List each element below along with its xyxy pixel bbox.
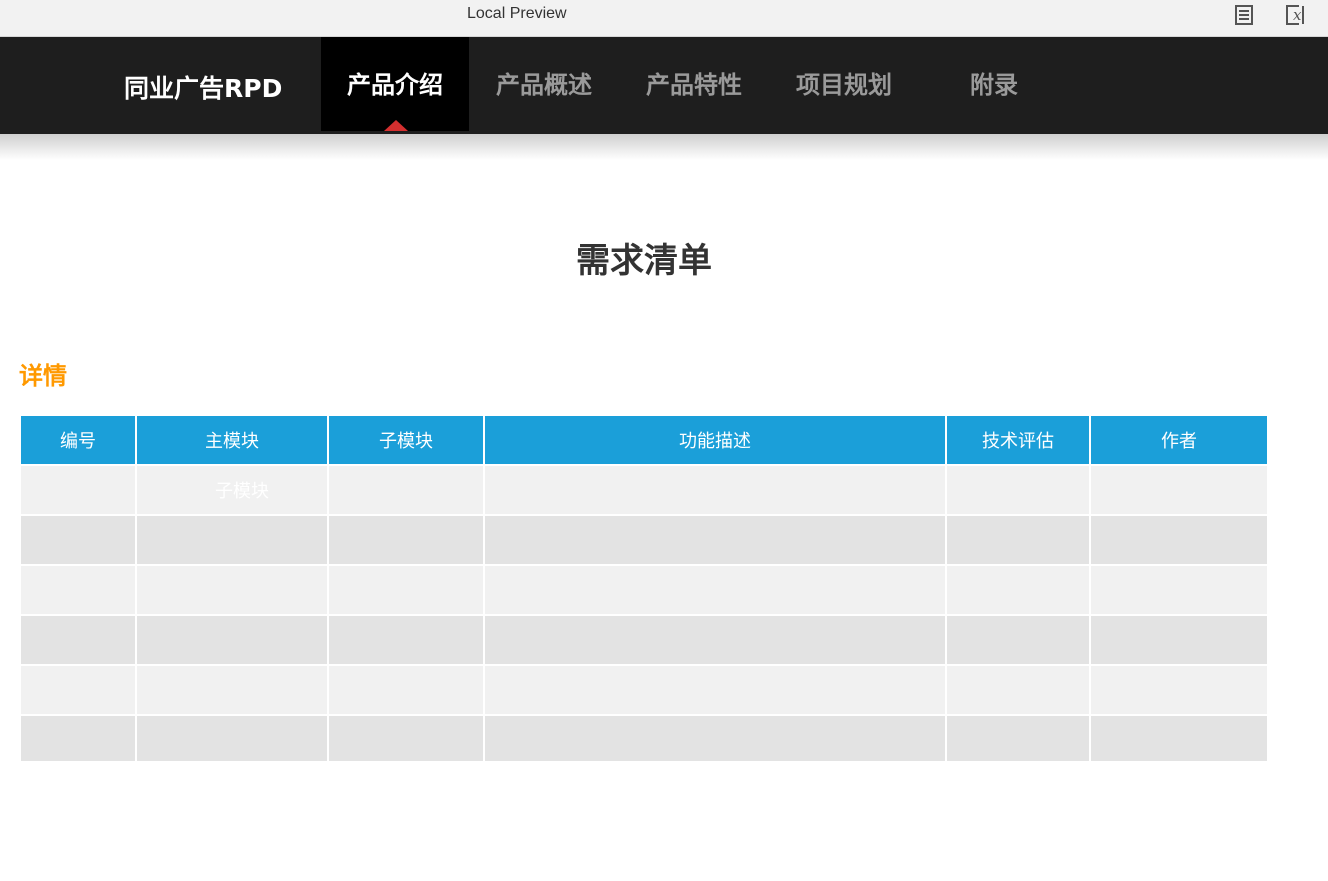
table-cell bbox=[137, 716, 329, 761]
table-cell bbox=[329, 666, 485, 716]
table-cell bbox=[21, 466, 137, 516]
table-cell: 子模块 bbox=[137, 466, 329, 516]
table-row: 子模块 bbox=[21, 466, 1267, 516]
tab-project-plan[interactable]: 项目规划 bbox=[769, 37, 919, 131]
table-cell bbox=[21, 616, 137, 666]
table-row bbox=[21, 716, 1267, 761]
tab-product-features[interactable]: 产品特性 bbox=[619, 37, 769, 131]
tab-product-overview[interactable]: 产品概述 bbox=[469, 37, 619, 131]
table-header-row: 编号 主模块 子模块 功能描述 技术评估 作者 bbox=[21, 416, 1267, 466]
table-cell bbox=[947, 716, 1091, 761]
table-cell bbox=[329, 616, 485, 666]
table-cell bbox=[947, 616, 1091, 666]
table-cell bbox=[137, 666, 329, 716]
column-header-description: 功能描述 bbox=[485, 416, 947, 466]
svg-text:x: x bbox=[1293, 6, 1302, 24]
table-cell bbox=[947, 466, 1091, 516]
table-cell bbox=[1091, 466, 1267, 516]
active-tab-indicator bbox=[384, 120, 408, 131]
document-icon[interactable] bbox=[1234, 4, 1254, 26]
table-cell bbox=[947, 516, 1091, 566]
table-cell bbox=[947, 566, 1091, 616]
table-cell bbox=[1091, 666, 1267, 716]
table-cell bbox=[1091, 716, 1267, 761]
table-cell bbox=[329, 466, 485, 516]
clear-variables-icon[interactable]: x bbox=[1285, 4, 1305, 26]
table-row bbox=[21, 566, 1267, 616]
table-row bbox=[21, 616, 1267, 666]
main-navbar: 同业广告RPD 产品介绍 产品概述 产品特性 项目规划 附录 bbox=[0, 37, 1328, 134]
table-row bbox=[21, 666, 1267, 716]
preview-toolbar: Local Preview x bbox=[0, 0, 1328, 37]
table-cell bbox=[329, 516, 485, 566]
table-cell bbox=[1091, 566, 1267, 616]
table-cell bbox=[1091, 616, 1267, 666]
column-header-tech-assessment: 技术评估 bbox=[947, 416, 1091, 466]
window-title: Local Preview bbox=[467, 5, 567, 22]
table-cell bbox=[485, 566, 947, 616]
table-cell bbox=[485, 616, 947, 666]
table-cell bbox=[137, 616, 329, 666]
navbar-shadow bbox=[0, 134, 1328, 160]
table-cell bbox=[21, 716, 137, 761]
column-header-id: 编号 bbox=[21, 416, 137, 466]
section-title: 详情 bbox=[19, 362, 67, 390]
table-cell bbox=[137, 566, 329, 616]
table-row bbox=[21, 516, 1267, 566]
table-cell bbox=[485, 716, 947, 761]
table-cell bbox=[485, 516, 947, 566]
requirements-table: 编号 主模块 子模块 功能描述 技术评估 作者 子模块 bbox=[21, 416, 1267, 761]
tab-product-intro[interactable]: 产品介绍 bbox=[321, 37, 469, 131]
table-cell bbox=[485, 666, 947, 716]
column-header-sub-module: 子模块 bbox=[329, 416, 485, 466]
table-cell bbox=[21, 666, 137, 716]
brand-title: 同业广告RPD bbox=[124, 74, 283, 103]
table-cell bbox=[485, 466, 947, 516]
table-cell bbox=[137, 516, 329, 566]
table-cell bbox=[1091, 516, 1267, 566]
column-header-author: 作者 bbox=[1091, 416, 1267, 466]
table-cell bbox=[947, 666, 1091, 716]
table-cell bbox=[329, 566, 485, 616]
tab-appendix[interactable]: 附录 bbox=[919, 37, 1069, 131]
column-header-main-module: 主模块 bbox=[137, 416, 329, 466]
table-cell bbox=[21, 566, 137, 616]
page-title: 需求清单 bbox=[576, 241, 712, 281]
table-cell-text: 子模块 bbox=[215, 481, 269, 502]
table-cell bbox=[329, 716, 485, 761]
table-cell bbox=[21, 516, 137, 566]
